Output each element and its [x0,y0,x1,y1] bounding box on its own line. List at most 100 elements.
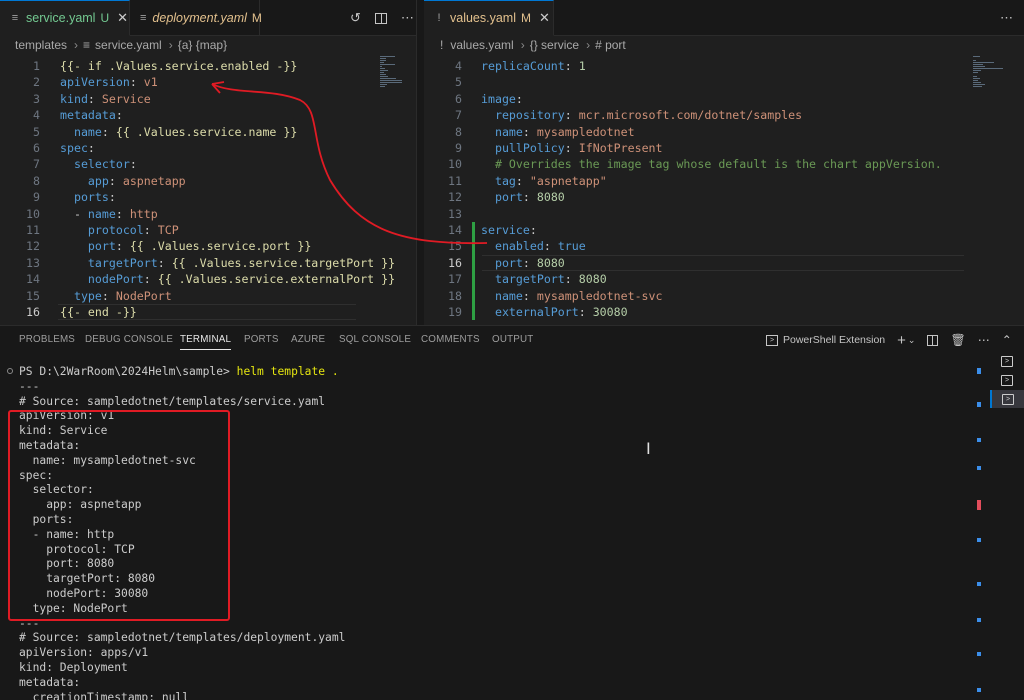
trash-icon[interactable]: 🗑 [950,333,965,347]
minimap-line [380,60,386,61]
code-text: targetPort: 8080 [481,271,607,287]
tab-output[interactable]: OUTPUT [492,334,533,345]
editor-actions-left: ↺ ⋯ [350,0,414,36]
code-line[interactable]: 15 type: NodePort [0,288,416,304]
chevron-right-icon: › [586,38,591,52]
terminal-scrollbar[interactable] [975,362,985,700]
breadcrumb-folder[interactable]: templates [15,38,67,52]
code-line[interactable]: 5 name: {{ .Values.service.name }} [0,124,416,140]
code-text: nodePort: {{ .Values.service.externalPor… [60,271,395,287]
code-line[interactable]: 12 port: {{ .Values.service.port }} [0,238,416,254]
scrollbar-marker [977,368,981,374]
minimap-line [973,60,976,61]
code-line[interactable]: 1 {{- if .Values.service.enabled -}} [0,58,416,74]
minimap-left[interactable] [376,54,416,324]
close-icon[interactable]: ✕ [117,10,128,26]
code-line[interactable]: 5 [424,74,1024,90]
git-added-marker [472,304,475,321]
tab-deployment-yaml[interactable]: ≡ deployment.yaml M [130,0,262,36]
close-icon[interactable]: ✕ [539,10,550,26]
code-line[interactable]: 12 port: 8080 [424,189,1024,205]
code-line[interactable]: 16 {{- end -}} [0,304,416,321]
code-line[interactable]: 9 ports: [0,189,416,205]
code-line[interactable]: 17 targetPort: 8080 [424,271,1024,288]
code-token: : [515,91,523,106]
open-changes-icon[interactable]: ↺ [350,10,361,26]
more-actions-icon[interactable]: ⋯ [401,10,414,26]
breadcrumb-file[interactable]: values.yaml [450,38,513,52]
terminal-line: kind: Service [19,424,108,438]
code-token: TCP [157,223,179,237]
code-token: ports [73,190,109,205]
more-actions-icon[interactable]: ⋯ [978,333,990,347]
terminal-output[interactable]: PS D:\2WarRoom\2024Helm\sample> helm tem… [0,362,975,700]
code-text: name: {{ .Values.service.name }} [60,124,297,140]
tab-sql-console[interactable]: SQL CONSOLE [339,334,411,345]
tab-azure[interactable]: AZURE [291,334,325,345]
code-line[interactable]: 14 nodePort: {{ .Values.service.external… [0,271,416,287]
tab-debug-console[interactable]: DEBUG CONSOLE [85,334,173,345]
code-token: : [522,255,537,270]
code-line[interactable]: 6 spec: [0,140,416,156]
code-line[interactable]: 10 # Overrides the image tag whose defau… [424,156,1024,172]
code-line[interactable]: 6 image: [424,91,1024,107]
breadcrumb-symbol[interactable]: {a} {map} [178,38,227,52]
code-line[interactable]: 13 [424,206,1024,222]
split-terminal-icon[interactable] [927,334,939,346]
code-line[interactable]: 2 apiVersion: v1 [0,74,416,90]
code-line[interactable]: 4 replicaCount: 1 [424,58,1024,74]
terminal-selector[interactable]: > PowerShell Extension [766,334,885,346]
code-line[interactable]: 15 enabled: true [424,238,1024,255]
code-line[interactable]: 14 service: [424,222,1024,239]
code-token: : [157,255,172,270]
chevron-up-icon[interactable]: ⌃ [1002,333,1012,347]
code-line[interactable]: 18 name: mysampledotnet-svc [424,287,1024,304]
code-line[interactable]: 10 - name: http [0,206,416,222]
code-line[interactable]: 3 kind: Service [0,91,416,107]
file-lines-icon: ≡ [140,12,147,24]
minimap-line [380,86,385,87]
code-line[interactable]: 7 repository: mcr.microsoft.com/dotnet/s… [424,107,1024,123]
breadcrumb-file[interactable]: service.yaml [95,38,162,52]
plus-icon[interactable]: + [897,332,906,349]
code-text: kind: Service [60,91,151,107]
line-number: 5 [33,124,40,139]
chevron-down-icon[interactable]: ⌄ [908,335,916,346]
code-line[interactable]: 11 protocol: TCP [0,222,416,238]
tab-problems[interactable]: PROBLEMS [19,334,75,345]
code-line[interactable]: 11 tag: "aspnetapp" [424,173,1024,189]
tab-comments[interactable]: COMMENTS [421,334,480,345]
split-editor-icon[interactable] [374,12,387,24]
code-line[interactable]: 7 selector: [0,156,416,172]
breadcrumb-symbol[interactable]: {} service [530,38,579,52]
editor-splitter[interactable] [416,0,424,325]
code-line[interactable]: 9 pullPolicy: IfNotPresent [424,140,1024,156]
code-line[interactable]: 8 app: aspnetapp [0,173,416,189]
code-line[interactable]: 8 name: mysampledotnet [424,124,1024,140]
terminal-list-item[interactable]: > [990,352,1024,370]
code-token: {{ .Values.service.name }} [115,124,298,139]
terminal-icon: > [1001,355,1013,367]
command-decoration-icon[interactable] [7,368,13,374]
code-line[interactable]: 4 metadata: [0,107,416,123]
terminal-line: protocol: TCP [19,542,135,556]
tab-terminal[interactable]: TERMINAL [180,334,232,350]
minimap-line [973,62,994,63]
minimap-line [380,74,387,75]
code-line[interactable]: 13 targetPort: {{ .Values.service.target… [0,255,416,271]
breadcrumb-symbol[interactable]: # port [595,38,626,52]
tab-values-yaml[interactable]: ! values.yaml M ✕ [424,0,554,36]
terminal-list-item[interactable]: > [990,371,1024,389]
code-token: 8080 [536,190,565,205]
terminal-list-item[interactable]: > [990,390,1024,408]
tab-service-yaml[interactable]: ≡ service.yaml U ✕ [0,0,130,36]
line-number: 5 [455,75,462,90]
minimap-right[interactable] [969,54,1009,324]
minimap-line [380,82,402,83]
tab-ports[interactable]: PORTS [244,334,279,345]
code-token: : [108,190,116,205]
more-actions-icon[interactable]: ⋯ [1000,10,1013,26]
code-line[interactable]: 16 port: 8080 [424,254,1024,272]
line-number: 4 [455,59,462,73]
code-line[interactable]: 19 externalPort: 30080 [424,304,1024,321]
